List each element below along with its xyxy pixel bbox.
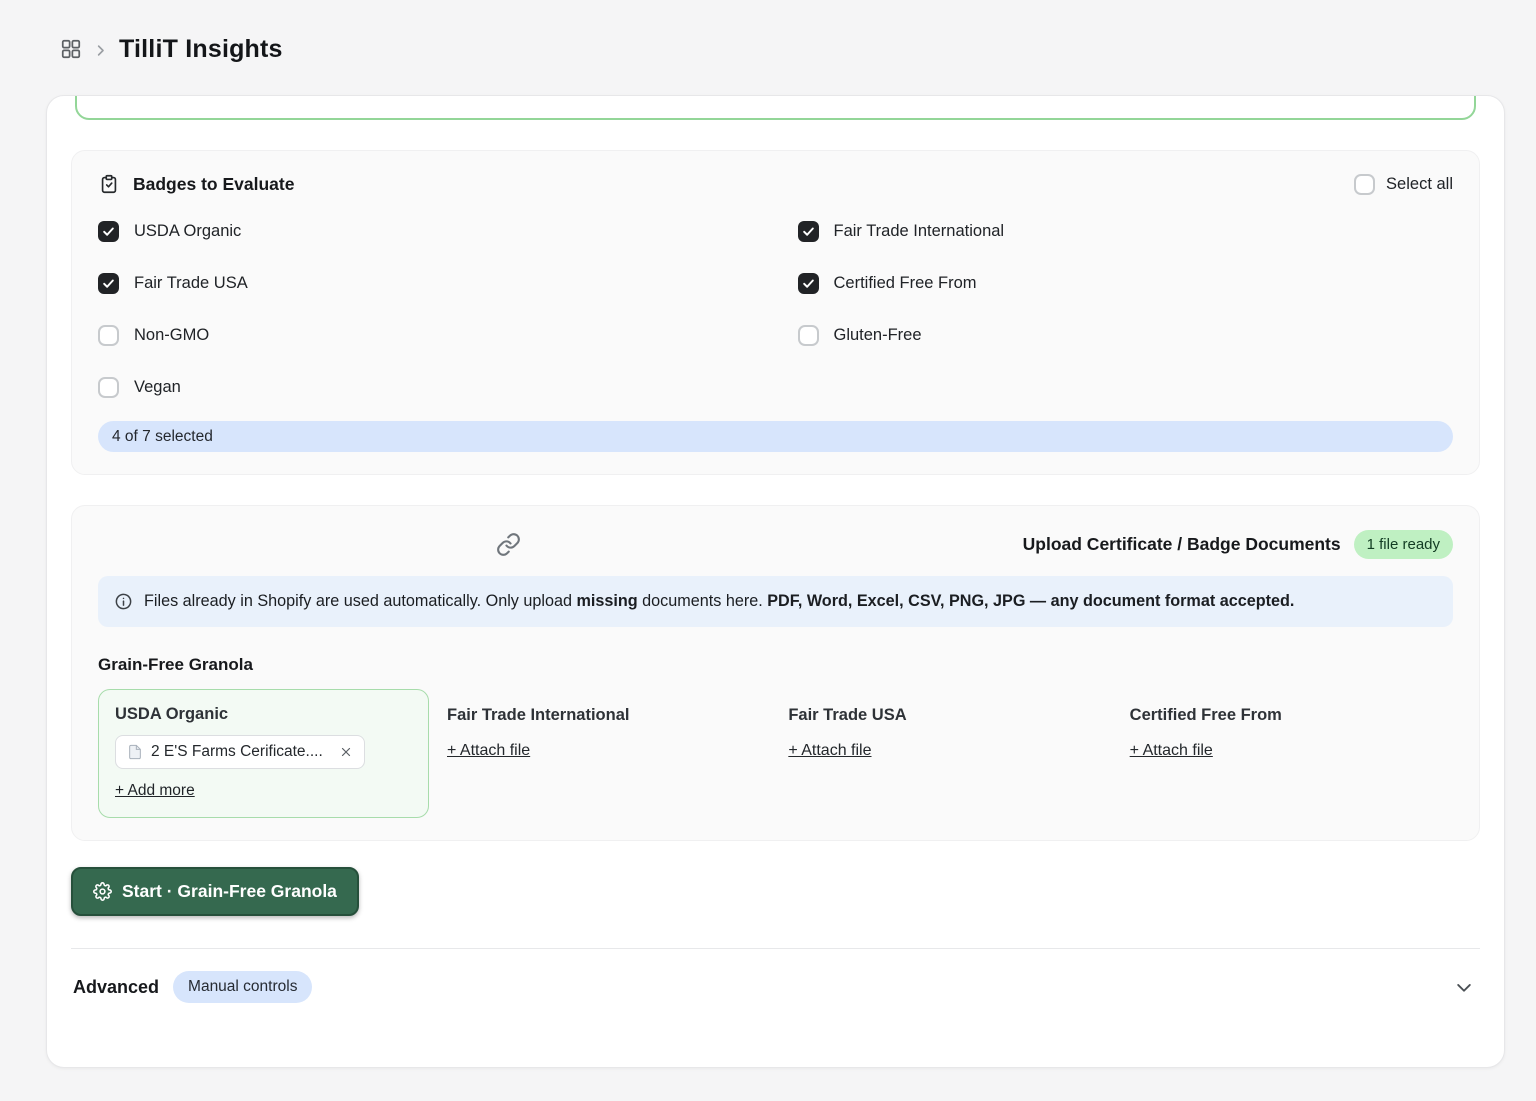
product-name-heading: Grain-Free Granola [98, 655, 1453, 675]
attach-file-link[interactable]: + Attach file [1130, 742, 1213, 760]
checkbox-checked[interactable] [98, 273, 119, 294]
add-more-link[interactable]: + Add more [115, 782, 195, 800]
info-icon [114, 592, 133, 614]
badge-checkbox-column-left: USDA Organic Fair Trade USA Non-GMO Vega… [98, 205, 776, 413]
badge-checkbox-column-right: Fair Trade International Certified Free … [776, 205, 1454, 413]
page-title: TilliT Insights [119, 35, 283, 64]
slot-badge-name: Fair Trade USA [788, 706, 1111, 725]
checkbox-unchecked[interactable] [98, 377, 119, 398]
slot-fair-trade-international: Fair Trade International + Attach file [443, 689, 770, 760]
checkbox-checked[interactable] [798, 221, 819, 242]
checkbox-label: Non-GMO [134, 326, 209, 345]
attach-file-link[interactable]: + Attach file [788, 742, 871, 760]
checkbox-unchecked[interactable] [798, 325, 819, 346]
select-all-label: Select all [1386, 175, 1453, 194]
remove-file-icon[interactable] [339, 745, 353, 759]
checkbox-row-fair-trade-international[interactable]: Fair Trade International [798, 205, 1454, 257]
upload-section-title: Upload Certificate / Badge Documents [1023, 534, 1341, 555]
selection-summary-pill: 4 of 7 selected [98, 421, 1453, 452]
badges-section-title: Badges to Evaluate [133, 174, 294, 195]
upload-info-banner: Files already in Shopify are used automa… [98, 576, 1453, 627]
slot-fair-trade-usa: Fair Trade USA + Attach file [784, 689, 1111, 760]
previous-section-cutoff [75, 95, 1476, 120]
chevron-down-icon[interactable] [1454, 977, 1474, 997]
app-header: TilliT Insights [0, 0, 1536, 95]
manual-controls-pill: Manual controls [173, 971, 312, 1003]
main-card: Badges to Evaluate Select all USDA Organ… [46, 95, 1505, 1068]
slot-certified-free-from: Certified Free From + Attach file [1126, 689, 1453, 760]
attached-file-chip[interactable]: 2 E'S Farms Cerificate.... [115, 735, 365, 769]
checkbox-label: Fair Trade USA [134, 274, 248, 293]
checkbox-row-usda-organic[interactable]: USDA Organic [98, 205, 776, 257]
gear-icon [93, 882, 112, 901]
file-ready-badge: 1 file ready [1354, 530, 1453, 559]
checkbox-row-non-gmo[interactable]: Non-GMO [98, 309, 776, 361]
start-button-label: Start · Grain-Free Granola [122, 881, 337, 902]
checkbox-checked[interactable] [798, 273, 819, 294]
start-evaluation-button[interactable]: Start · Grain-Free Granola [71, 867, 359, 916]
upload-info-text: Files already in Shopify are used automa… [144, 589, 1294, 614]
advanced-section-header[interactable]: Advanced Manual controls [71, 949, 1480, 1003]
attached-file-name: 2 E'S Farms Cerificate.... [151, 743, 323, 761]
upload-documents-section: Upload Certificate / Badge Documents 1 f… [71, 505, 1480, 841]
slot-badge-name: USDA Organic [115, 705, 412, 724]
slot-badge-name: Certified Free From [1130, 706, 1453, 725]
paperclip-link-icon [496, 532, 521, 557]
badge-document-slots: USDA Organic 2 E'S Farms Cerificate.... … [98, 689, 1453, 818]
breadcrumb-chevron-icon [93, 43, 108, 58]
checkbox-row-certified-free-from[interactable]: Certified Free From [798, 257, 1454, 309]
checkbox-row-vegan[interactable]: Vegan [98, 361, 776, 413]
select-all-checkbox[interactable] [1354, 174, 1375, 195]
checkbox-label: Certified Free From [834, 274, 977, 293]
checkbox-row-fair-trade-usa[interactable]: Fair Trade USA [98, 257, 776, 309]
apps-grid-icon[interactable] [60, 38, 82, 60]
select-all-control[interactable]: Select all [1354, 174, 1453, 195]
checkbox-unchecked[interactable] [98, 325, 119, 346]
slot-usda-organic: USDA Organic 2 E'S Farms Cerificate.... … [98, 689, 429, 818]
advanced-label: Advanced [73, 977, 159, 998]
document-icon [127, 744, 143, 760]
checkbox-label: Gluten-Free [834, 326, 922, 345]
attach-file-link[interactable]: + Attach file [447, 742, 530, 760]
checkbox-label: Vegan [134, 378, 181, 397]
badge-checkbox-grid: USDA Organic Fair Trade USA Non-GMO Vega… [98, 205, 1453, 413]
checkbox-label: USDA Organic [134, 222, 241, 241]
badges-to-evaluate-section: Badges to Evaluate Select all USDA Organ… [71, 150, 1480, 475]
clipboard-check-icon [98, 173, 120, 195]
slot-badge-name: Fair Trade International [447, 706, 770, 725]
checkbox-row-gluten-free[interactable]: Gluten-Free [798, 309, 1454, 361]
checkbox-checked[interactable] [98, 221, 119, 242]
checkbox-label: Fair Trade International [834, 222, 1005, 241]
